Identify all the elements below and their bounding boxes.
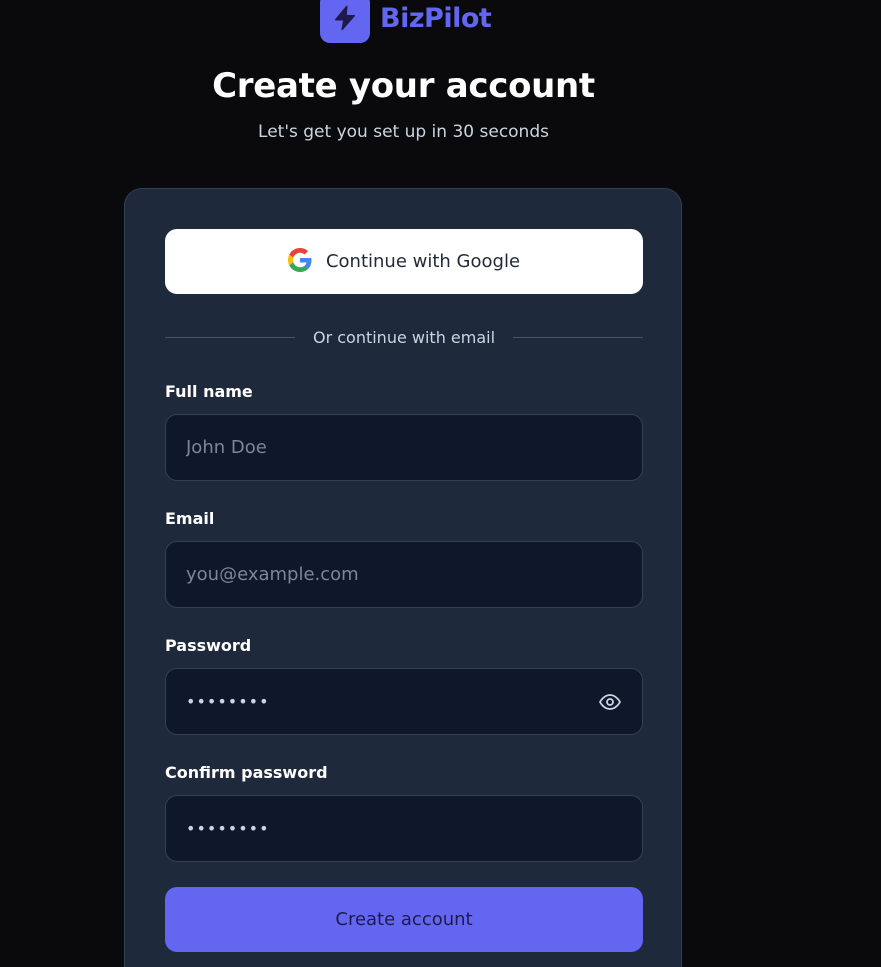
confirm-password-input[interactable] xyxy=(165,795,643,862)
divider-line-right xyxy=(513,336,644,338)
divider-line-left xyxy=(165,336,295,338)
page-title: Create your account xyxy=(212,66,595,106)
brand-logo[interactable]: BizPilot xyxy=(320,0,492,43)
email-divider: Or continue with email xyxy=(165,325,644,349)
google-icon xyxy=(287,247,312,276)
full-name-label: Full name xyxy=(165,382,253,401)
email-input[interactable] xyxy=(165,541,643,608)
signup-card: Continue with Google Or continue with em… xyxy=(124,188,682,967)
divider-text: Or continue with email xyxy=(312,327,496,347)
google-signin-button[interactable]: Continue with Google xyxy=(165,229,643,294)
signup-page: BizPilot Create your account Let's get y… xyxy=(0,0,881,967)
create-account-button[interactable]: Create account xyxy=(165,887,643,952)
page-subtitle: Let's get you set up in 30 seconds xyxy=(258,122,549,142)
password-label: Password xyxy=(165,636,252,655)
eye-icon[interactable] xyxy=(595,687,625,717)
bolt-icon xyxy=(320,0,370,43)
password-input[interactable] xyxy=(165,668,643,735)
google-button-label: Continue with Google xyxy=(325,251,521,272)
brand-name: BizPilot xyxy=(380,2,492,34)
email-label: Email xyxy=(165,509,215,528)
confirm-password-label: Confirm password xyxy=(165,763,328,782)
full-name-input[interactable] xyxy=(165,414,643,481)
